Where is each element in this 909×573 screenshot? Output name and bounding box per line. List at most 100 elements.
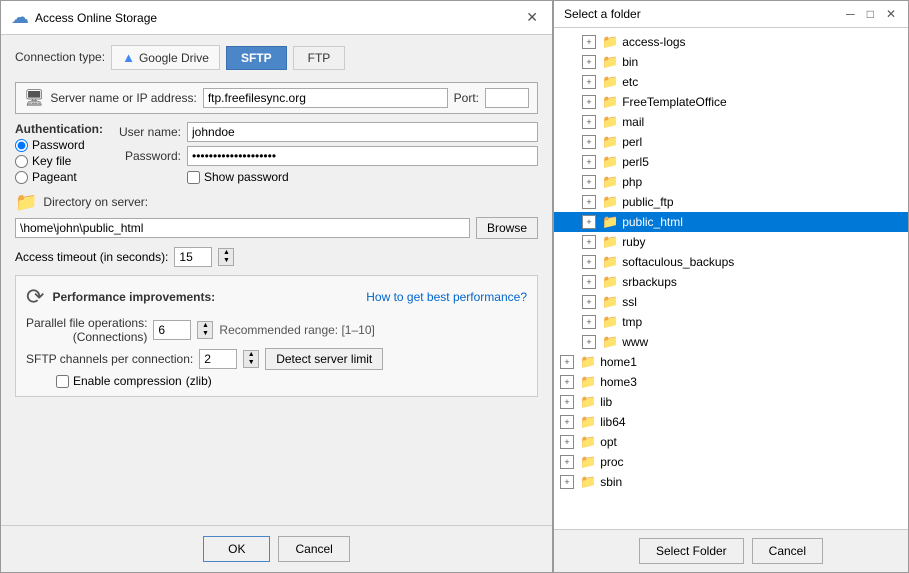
username-input[interactable] xyxy=(187,122,538,142)
minimize-button[interactable]: ─ xyxy=(844,7,857,21)
tree-item-opt[interactable]: +📁opt xyxy=(554,432,908,452)
browse-button[interactable]: Browse xyxy=(476,217,538,239)
tree-item-lib[interactable]: +📁lib xyxy=(554,392,908,412)
tree-item-home3[interactable]: + 📁 home3 xyxy=(554,372,908,392)
expand-tmp[interactable]: + xyxy=(582,315,596,329)
tree-label-perl: perl xyxy=(622,135,642,149)
expand-public_ftp[interactable]: + xyxy=(582,195,596,209)
sftp-channels-input[interactable] xyxy=(199,349,237,369)
expand-home3[interactable]: + xyxy=(560,375,574,389)
expand-mail[interactable]: + xyxy=(582,115,596,129)
compress-sub: (zlib) xyxy=(186,374,212,388)
expand-perl5[interactable]: + xyxy=(582,155,596,169)
ftp-button[interactable]: FTP xyxy=(293,46,346,70)
tree-item-mail[interactable]: +📁mail xyxy=(554,112,908,132)
tree-item-sbin[interactable]: +📁sbin xyxy=(554,472,908,492)
parallel-input[interactable] xyxy=(153,320,191,340)
expand-sbin[interactable]: + xyxy=(560,475,574,489)
tree-item-public_ftp[interactable]: +📁public_ftp xyxy=(554,192,908,212)
timeout-input[interactable] xyxy=(174,247,212,267)
folder-icon-perl: 📁 xyxy=(602,134,618,150)
auth-options: Authentication: Password Key file Pagean… xyxy=(15,122,103,184)
sftp-button[interactable]: SFTP xyxy=(226,46,287,70)
tree-item-FreeTemplateOffice[interactable]: +📁FreeTemplateOffice xyxy=(554,92,908,112)
google-drive-button[interactable]: ▲ Google Drive xyxy=(111,45,220,70)
maximize-button[interactable]: □ xyxy=(865,7,876,21)
tree-item-perl[interactable]: + 📁 perl xyxy=(554,132,908,152)
tree-label-home1: home1 xyxy=(600,355,637,369)
tree-item-softaculous_backups[interactable]: +📁softaculous_backups xyxy=(554,252,908,272)
timeout-down[interactable]: ▼ xyxy=(219,257,233,265)
tree-item-www[interactable]: +📁www xyxy=(554,332,908,352)
folder-icon-tmp: 📁 xyxy=(602,314,618,330)
ok-button[interactable]: OK xyxy=(203,536,270,562)
select-folder-button[interactable]: Select Folder xyxy=(639,538,744,564)
cancel-button[interactable]: Cancel xyxy=(278,536,349,562)
parallel-up[interactable]: ▲ xyxy=(198,322,212,330)
expand-srbackups[interactable]: + xyxy=(582,275,596,289)
tree-item-bin[interactable]: +📁bin xyxy=(554,52,908,72)
expand-lib[interactable]: + xyxy=(560,395,574,409)
sftp-down[interactable]: ▼ xyxy=(244,359,258,367)
auth-keyfile-radio[interactable]: Key file xyxy=(15,154,103,168)
expand-www[interactable]: + xyxy=(582,335,596,349)
expand-perl[interactable]: + xyxy=(582,135,596,149)
parallel-down[interactable]: ▼ xyxy=(198,330,212,338)
expand-opt[interactable]: + xyxy=(560,435,574,449)
tree-item-etc[interactable]: +📁etc xyxy=(554,72,908,92)
tree-item-srbackups[interactable]: +📁srbackups xyxy=(554,272,908,292)
auth-password-radio[interactable]: Password xyxy=(15,138,103,152)
tree-item-tmp[interactable]: +📁tmp xyxy=(554,312,908,332)
tree-item-proc[interactable]: +📁proc xyxy=(554,452,908,472)
expand-home1[interactable]: + xyxy=(560,355,574,369)
gdrive-icon: ▲ xyxy=(122,50,135,65)
password-input[interactable] xyxy=(187,146,538,166)
expand-proc[interactable]: + xyxy=(560,455,574,469)
port-input[interactable] xyxy=(485,88,529,108)
folder-icon-softaculous_backups: 📁 xyxy=(602,254,618,270)
folder-icon-home3: 📁 xyxy=(580,374,596,390)
compress-checkbox[interactable] xyxy=(56,375,69,388)
auth-pageant-radio[interactable]: Pageant xyxy=(15,170,103,184)
expand-softaculous_backups[interactable]: + xyxy=(582,255,596,269)
compress-row[interactable]: Enable compression (zlib) xyxy=(26,374,527,388)
port-label: Port: xyxy=(454,91,479,105)
right-cancel-button[interactable]: Cancel xyxy=(752,538,823,564)
expand-ssl[interactable]: + xyxy=(582,295,596,309)
tree-item-access-logs[interactable]: +📁access-logs xyxy=(554,32,908,52)
expand-FreeTemplateOffice[interactable]: + xyxy=(582,95,596,109)
tree-item-ssl[interactable]: +📁ssl xyxy=(554,292,908,312)
tree-item-home1[interactable]: +📁home1 xyxy=(554,352,908,372)
sftp-up[interactable]: ▲ xyxy=(244,351,258,359)
expand-bin[interactable]: + xyxy=(582,55,596,69)
tree-item-lib64[interactable]: +📁lib64 xyxy=(554,412,908,432)
server-row: 🖥 Server name or IP address: Port: xyxy=(15,82,538,114)
detect-server-limit-button[interactable]: Detect server limit xyxy=(265,348,383,370)
expand-etc[interactable]: + xyxy=(582,75,596,89)
expand-access-logs[interactable]: + xyxy=(582,35,596,49)
folder-icon: 📁 xyxy=(15,192,37,213)
performance-link[interactable]: How to get best performance? xyxy=(366,290,527,304)
parallel-label: Parallel file operations: (Connections) xyxy=(26,316,147,344)
tree-item-public_html[interactable]: +📁public_html xyxy=(554,212,908,232)
right-close-button[interactable]: ✕ xyxy=(884,7,898,21)
close-button[interactable]: ✕ xyxy=(522,9,542,26)
tree-label-home3: home3 xyxy=(600,375,637,389)
expand-public_html[interactable]: + xyxy=(582,215,596,229)
server-input[interactable] xyxy=(203,88,448,108)
show-password-checkbox[interactable] xyxy=(187,171,200,184)
directory-input[interactable] xyxy=(15,218,470,238)
tree-item-ruby[interactable]: +📁ruby xyxy=(554,232,908,252)
timeout-up[interactable]: ▲ xyxy=(219,249,233,257)
expand-php[interactable]: + xyxy=(582,175,596,189)
performance-section: ⟳ Performance improvements: How to get b… xyxy=(15,275,538,397)
show-password-row[interactable]: Show password xyxy=(187,170,538,184)
right-title-bar: Select a folder ─ □ ✕ xyxy=(554,1,908,28)
expand-ruby[interactable]: + xyxy=(582,235,596,249)
bottom-buttons: OK Cancel xyxy=(1,525,552,572)
tree-item-perl5[interactable]: +📁perl5 xyxy=(554,152,908,172)
sftp-channels-label: SFTP channels per connection: xyxy=(26,352,193,366)
expand-lib64[interactable]: + xyxy=(560,415,574,429)
tree-label-ssl: ssl xyxy=(622,295,637,309)
tree-item-php[interactable]: +📁php xyxy=(554,172,908,192)
